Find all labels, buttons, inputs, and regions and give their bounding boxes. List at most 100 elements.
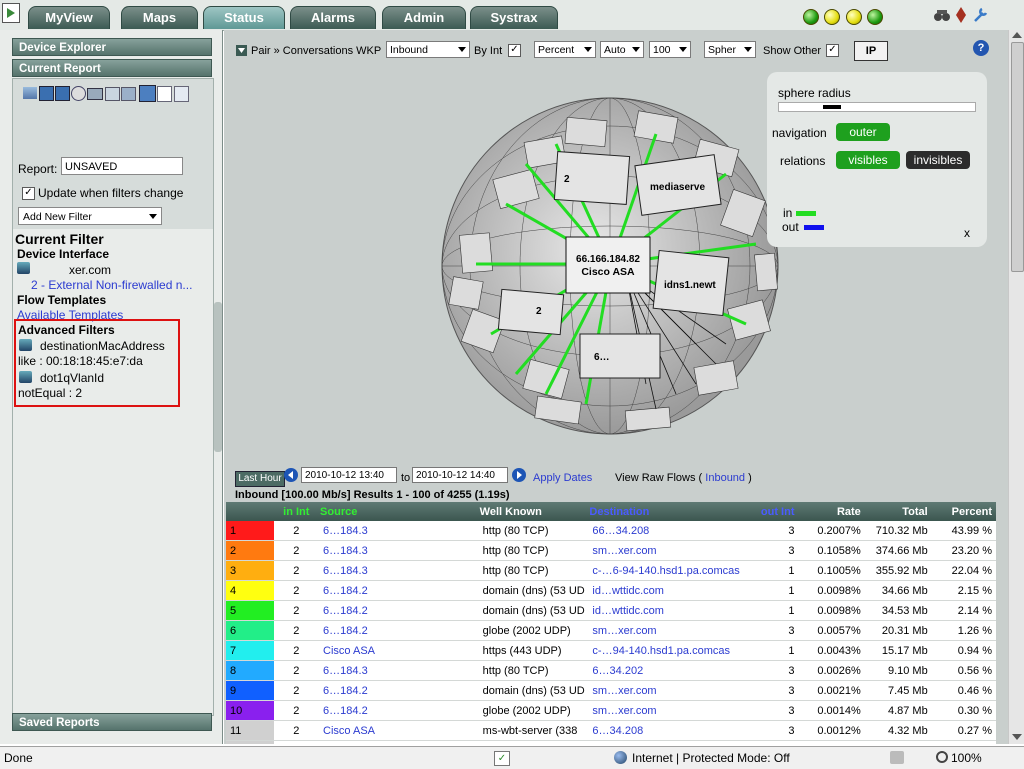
tab-systrax[interactable]: Systrax — [470, 6, 558, 29]
prev-period-icon[interactable] — [284, 468, 298, 482]
col-header-source[interactable]: Source — [319, 502, 479, 521]
device-interface-link[interactable]: 2 - External Non-firewalled n... — [31, 278, 192, 292]
sphere-radius-thumb[interactable] — [823, 105, 841, 109]
cell-destination[interactable]: sm…xer.com — [588, 740, 756, 744]
from-date-input[interactable]: 2010-10-12 13:40 — [301, 467, 397, 483]
zoom-level[interactable]: 100% — [951, 751, 982, 765]
sphere-node[interactable]: 2 — [497, 288, 565, 336]
table-row[interactable]: 11 2 Cisco ASA ms-wbt-server (338 6…34.208 3 0… — [226, 720, 996, 741]
tab-myview[interactable]: MyView — [28, 6, 110, 29]
sphere-node[interactable]: mediaserve — [634, 154, 722, 216]
table-row[interactable]: 5 2 6…184.2 domain (dns) (53 UD id…wttidc.co… — [226, 600, 996, 621]
tools-menu-icon[interactable] — [890, 751, 904, 764]
cell-destination[interactable]: sm…xer.com — [588, 700, 756, 721]
copy-icon[interactable] — [174, 86, 189, 102]
current-report-header[interactable]: Current Report — [12, 59, 212, 77]
cell-destination[interactable]: id…wttidc.com — [588, 600, 756, 621]
filter-name-vlan[interactable]: dot1qVlanId — [40, 371, 104, 385]
view-select[interactable]: Spher — [704, 41, 756, 58]
device-explorer-header[interactable]: Device Explorer — [12, 38, 212, 56]
cell-destination[interactable]: 6…34.208 — [588, 720, 756, 741]
tab-status[interactable]: Status — [203, 6, 285, 29]
count-select[interactable]: 100 — [649, 41, 691, 58]
col-header-well-known[interactable]: Well Known — [478, 502, 589, 521]
visibles-button[interactable]: visibles — [836, 151, 900, 169]
table-row[interactable]: 10 2 6…184.2 globe (2002 UDP) sm…xer.com 3 0.0… — [226, 700, 996, 721]
table-row[interactable]: 9 2 6…184.2 domain (dns) (53 UD sm…xer.com 3 0… — [226, 680, 996, 701]
col-header-total[interactable]: Total — [861, 502, 929, 521]
col-header-destination[interactable]: Destination — [588, 502, 756, 521]
back-icon[interactable] — [23, 87, 37, 99]
cell-source[interactable]: 6…184.3 — [319, 560, 479, 581]
add-filter-select[interactable]: Add New Filter — [18, 207, 162, 225]
sphere-center-node[interactable]: 66.166.184.82 Cisco ASA — [565, 236, 651, 294]
cell-destination[interactable]: sm…xer.com — [588, 680, 756, 701]
view-raw-inbound-link[interactable]: Inbound — [705, 472, 745, 484]
sphere-node[interactable]: 2 — [553, 151, 631, 205]
tab-alarms[interactable]: Alarms — [290, 6, 376, 29]
saved-reports-header[interactable]: Saved Reports — [12, 713, 212, 731]
cell-source[interactable]: 6…184.2 — [319, 680, 479, 701]
cell-destination[interactable]: sm…xer.com — [588, 540, 756, 561]
scroll-down-icon[interactable] — [1012, 734, 1022, 740]
show-other-checkbox[interactable]: ✓ — [826, 44, 839, 57]
page-scrollbar[interactable] — [1008, 30, 1024, 744]
table-row[interactable]: 4 2 6…184.2 domain (dns) (53 UD id…wttidc.co… — [226, 580, 996, 601]
filter-name-mac[interactable]: destinationMacAddress — [40, 339, 165, 353]
table-row[interactable]: 3 2 6…184.3 http (80 TCP) c-…6-94-140.hsd1.p… — [226, 560, 996, 581]
invisibles-button[interactable]: invisibles — [906, 151, 970, 169]
schedule-icon[interactable] — [71, 86, 86, 101]
cell-source[interactable]: Cisco ASA — [319, 740, 479, 744]
unit-select[interactable]: Percent — [534, 41, 596, 58]
save-as-icon[interactable] — [55, 86, 70, 101]
cell-source[interactable]: 6…184.2 — [319, 620, 479, 641]
table-row[interactable]: 1 2 6…184.3 http (80 TCP) 66…34.208 3 0.2007% 7… — [226, 521, 996, 541]
ip-button[interactable]: IP — [854, 41, 888, 61]
table-row[interactable]: 6 2 6…184.2 globe (2002 UDP) sm…xer.com 3 0.00… — [226, 620, 996, 641]
table-row[interactable]: 7 2 Cisco ASA https (443 UDP) c-…94-140.hsd1… — [226, 640, 996, 661]
panel-splitter-handle[interactable] — [214, 302, 222, 452]
outer-button[interactable]: outer — [836, 123, 890, 141]
zoom-icon[interactable] — [936, 751, 948, 763]
tools-icon[interactable] — [972, 7, 988, 26]
col-header-rate[interactable]: Rate — [795, 502, 862, 521]
cell-source[interactable]: 6…184.3 — [319, 660, 479, 681]
rss-icon[interactable] — [139, 85, 156, 102]
table-row[interactable]: 2 2 6…184.3 http (80 TCP) sm…xer.com 3 0.1058%… — [226, 540, 996, 561]
cell-source[interactable]: Cisco ASA — [319, 640, 479, 661]
cell-source[interactable]: 6…184.2 — [319, 700, 479, 721]
cell-destination[interactable]: 6…34.202 — [588, 660, 756, 681]
document-icon[interactable] — [157, 86, 172, 102]
collapse-toggle-icon[interactable] — [236, 45, 247, 56]
cell-source[interactable]: 6…184.2 — [319, 600, 479, 621]
direction-select[interactable]: Inbound — [386, 41, 470, 58]
close-icon[interactable]: x — [964, 226, 970, 240]
cell-destination[interactable]: 66…34.208 — [588, 521, 756, 541]
email-icon[interactable] — [105, 87, 120, 101]
col-header-out-int[interactable]: out Int — [755, 502, 796, 521]
cell-source[interactable]: 6…184.2 — [319, 580, 479, 601]
report-name-input[interactable]: UNSAVED — [61, 157, 183, 175]
scroll-thumb[interactable] — [1011, 42, 1024, 272]
app-logo-icon[interactable] — [2, 3, 20, 23]
pen-icon[interactable] — [955, 7, 967, 26]
to-date-input[interactable]: 2010-10-12 14:40 — [412, 467, 508, 483]
tab-maps[interactable]: Maps — [121, 6, 198, 29]
sphere-node[interactable]: 6… — [579, 333, 661, 379]
cell-destination[interactable]: sm…xer.com — [588, 620, 756, 641]
next-period-icon[interactable] — [512, 468, 526, 482]
cell-destination[interactable]: c-…94-140.hsd1.pa.comcas — [588, 640, 756, 661]
table-row[interactable]: 122Cisco ASAhttps (443 TCP)sm…xer.com30.… — [226, 740, 996, 744]
update-filters-checkbox[interactable]: ✓ — [22, 187, 35, 200]
sphere-radius-slider[interactable] — [778, 102, 976, 112]
help-icon[interactable]: ? — [973, 40, 989, 56]
sphere-node[interactable]: idns1.newt — [652, 249, 730, 317]
cell-source[interactable]: 6…184.3 — [319, 521, 479, 541]
table-row[interactable]: 8 2 6…184.3 http (80 TCP) 6…34.202 3 0.0026% 9.… — [226, 660, 996, 681]
by-int-checkbox[interactable]: ✓ — [508, 44, 521, 57]
col-header-percent[interactable]: Percent — [928, 502, 996, 521]
last-hour-button[interactable]: Last Hour — [235, 471, 285, 487]
cell-destination[interactable]: id…wttidc.com — [588, 580, 756, 601]
col-header-in-int[interactable]: in Int — [273, 502, 320, 521]
save-icon[interactable] — [39, 86, 54, 101]
